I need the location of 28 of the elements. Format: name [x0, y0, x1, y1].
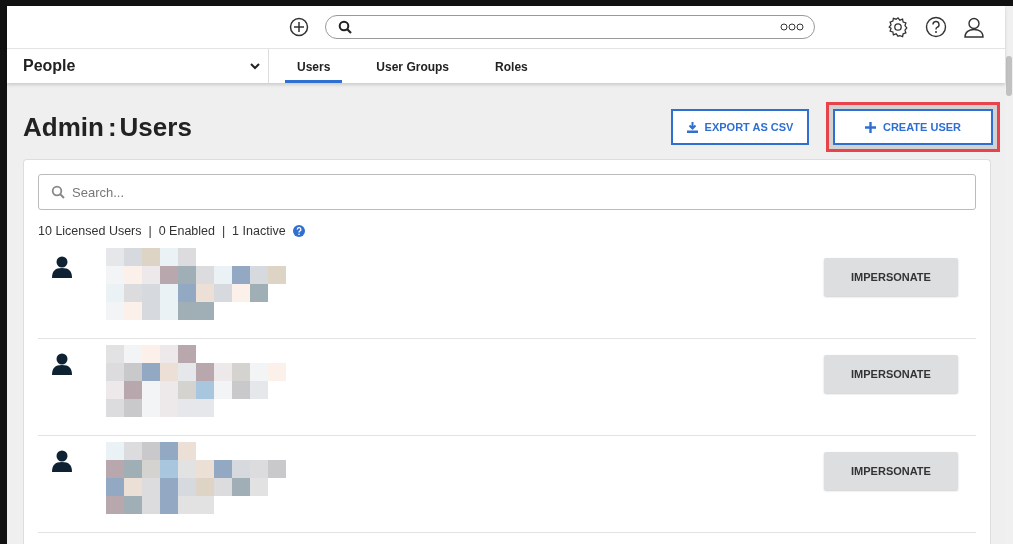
settings-icon[interactable]	[887, 16, 909, 38]
search-icon	[51, 185, 65, 199]
license-summary: 10 Licensed Users | 0 Enabled | 1 Inactive	[38, 224, 286, 238]
page-title-prefix: Admin	[23, 111, 104, 143]
impersonate-button[interactable]: IMPERSONATE	[824, 258, 958, 296]
user-icon	[52, 256, 72, 278]
download-icon	[686, 121, 698, 133]
impersonate-button[interactable]: IMPERSONATE	[824, 355, 958, 393]
title-separator: :	[107, 111, 117, 143]
chevron-icon	[250, 62, 260, 70]
profile-icon[interactable]	[963, 16, 985, 38]
user-icon	[52, 353, 72, 375]
search-icon	[338, 20, 352, 34]
impersonate-button[interactable]: IMPERSONATE	[824, 452, 958, 490]
more-icon[interactable]	[780, 23, 804, 31]
tab[interactable]: User Groups	[364, 49, 462, 83]
plus-icon	[865, 121, 876, 133]
export-button[interactable]: EXPORT AS CSV	[671, 109, 809, 145]
page-title: Users	[119, 111, 192, 143]
section-dropdown[interactable]: People	[7, 49, 269, 83]
user-icon	[52, 450, 72, 472]
search-field[interactable]: Search...	[38, 174, 976, 210]
help-icon[interactable]	[925, 16, 947, 38]
create-user-button[interactable]: CREATE USER	[833, 109, 993, 145]
tab[interactable]: Roles	[483, 49, 540, 83]
tab[interactable]: Users	[285, 49, 343, 83]
scrollbar-thumb[interactable]	[1006, 56, 1012, 96]
add-icon[interactable]	[289, 17, 309, 37]
